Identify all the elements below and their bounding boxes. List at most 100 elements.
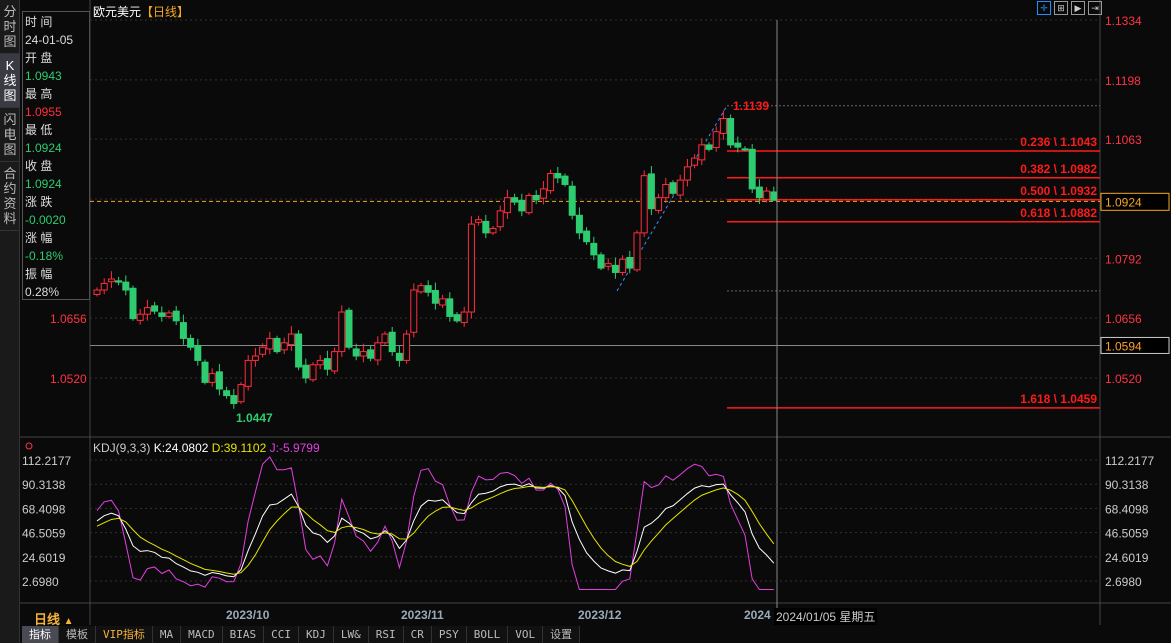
candle-body [359,351,367,357]
candle-body [287,333,295,346]
current-price: 1.0924 [1105,195,1142,209]
candle-body [295,333,303,368]
kdj-name: KDJ(9,3,3) [93,441,151,455]
candle-body [194,344,202,361]
crosshair-icon[interactable]: ✛ [1037,1,1051,15]
low-marker: 1.0447 [236,411,273,425]
tab-rsi[interactable]: RSI [369,626,404,643]
candle-body [215,371,223,390]
tab-indicator[interactable]: 指标 [22,626,59,643]
chart-toolbar: ✛ ⊞ ▶ ⇥ [1037,1,1102,15]
candle-body [741,148,749,151]
tab-psy[interactable]: PSY [432,626,467,643]
candle-body [691,157,699,166]
kdj-tick: 112.2177 [1105,454,1154,468]
candle-body [151,305,159,312]
candle-body [503,197,511,214]
tab-cr[interactable]: CR [404,626,432,643]
tab-settings[interactable]: 设置 [543,626,581,643]
date-tick: 2023/10 [226,608,270,622]
price-tick: 1.0656 [1105,312,1142,326]
candle-body [158,312,166,317]
kdj-left-tick: 112.2177 [22,454,71,468]
tab-bias[interactable]: BIAS [223,626,265,643]
price-tick: 1.1198 [1105,74,1141,88]
tab-template[interactable]: 模板 [59,626,96,643]
candle-body [388,331,396,353]
candle-body [626,256,634,269]
high-marker: 1.1139 [733,99,769,113]
candle-body [172,310,180,322]
candle-body [770,191,778,201]
candle-body [453,314,461,322]
candle-body [417,285,425,293]
chart-title: 欧元美元【日线】 [93,3,189,20]
tab-vol[interactable]: VOL [508,626,544,643]
candle-body [669,182,677,194]
candle-body [129,287,137,320]
candle-body [532,194,540,201]
fib-label: 0.382 \ 1.0982 [1020,162,1097,176]
candle-body [424,285,432,293]
candle-body [367,349,375,359]
line-price: 1.0594 [1105,339,1142,353]
price-tick: 1.1063 [1105,133,1142,147]
candle-body [395,352,403,361]
candle-body [251,355,259,361]
candle-body [475,219,483,223]
candle-body [431,289,439,304]
candle-body [309,364,317,381]
candle-body [223,390,231,397]
zoom-in-icon[interactable]: ⊞ [1054,1,1068,15]
tab-ma[interactable]: MA [153,626,182,643]
kdj-left-tick: 46.5059 [22,527,66,541]
fib-label: 0.500 \ 1.0932 [1020,184,1097,198]
tab-vip[interactable]: VIP指标 [96,626,153,643]
tab-macd[interactable]: MACD [181,626,223,643]
candle-body [727,118,735,146]
candle-body [662,183,670,199]
candle-body [604,263,612,267]
candle-body [568,185,576,216]
play-icon[interactable]: ▶ [1071,1,1085,15]
candle-body [525,194,533,214]
kdj-left-tick: 24.6019 [22,551,66,565]
candle-body [403,333,411,361]
tab-kdj[interactable]: KDJ [299,626,334,643]
candle-body [719,118,727,134]
price-tick: 1.1334 [1105,14,1142,28]
candle-body [165,312,173,317]
candle-body [590,242,598,256]
candle-body [554,172,562,179]
candle-body [316,359,324,366]
candle-body [208,373,216,383]
kline-chart[interactable]: 1.13341.11981.10631.09271.07921.06561.05… [0,0,1171,643]
kdj-header: KDJ(9,3,3) K:24.0802 D:39.1102 J:-5.9799 [93,441,320,455]
candle-body [633,232,641,271]
kdj-left-tick: 90.3138 [22,478,66,492]
fib-label: 0.618 \ 1.0882 [1020,206,1097,220]
kdj-k-line [96,483,775,578]
kdj-left-tick: 2.6980 [22,575,59,589]
candle-body [467,223,475,313]
tab-cci[interactable]: CCI [264,626,299,643]
left-price-tick: 1.0656 [50,312,87,326]
tab-boll[interactable]: BOLL [467,626,509,643]
kdj-tick: 46.5059 [1105,527,1149,541]
kdj-j-line [96,456,774,591]
candle-body [187,337,195,348]
move-right-icon[interactable]: ⇥ [1088,1,1102,15]
crosshair-date: 2024/01/05 星期五 [774,608,878,625]
candle-body [575,214,583,234]
candle-body [734,142,742,148]
candle-body [115,280,123,283]
candle-body [763,190,771,200]
candle-body [331,351,339,372]
candle-body [143,307,151,315]
candle-body [302,364,310,379]
candle-body [597,254,605,269]
kdj-tick: 2.6980 [1105,575,1142,589]
candle-body [374,342,382,361]
tab-lw[interactable]: LW& [334,626,369,643]
kdj-j: J:-5.9799 [269,441,320,455]
